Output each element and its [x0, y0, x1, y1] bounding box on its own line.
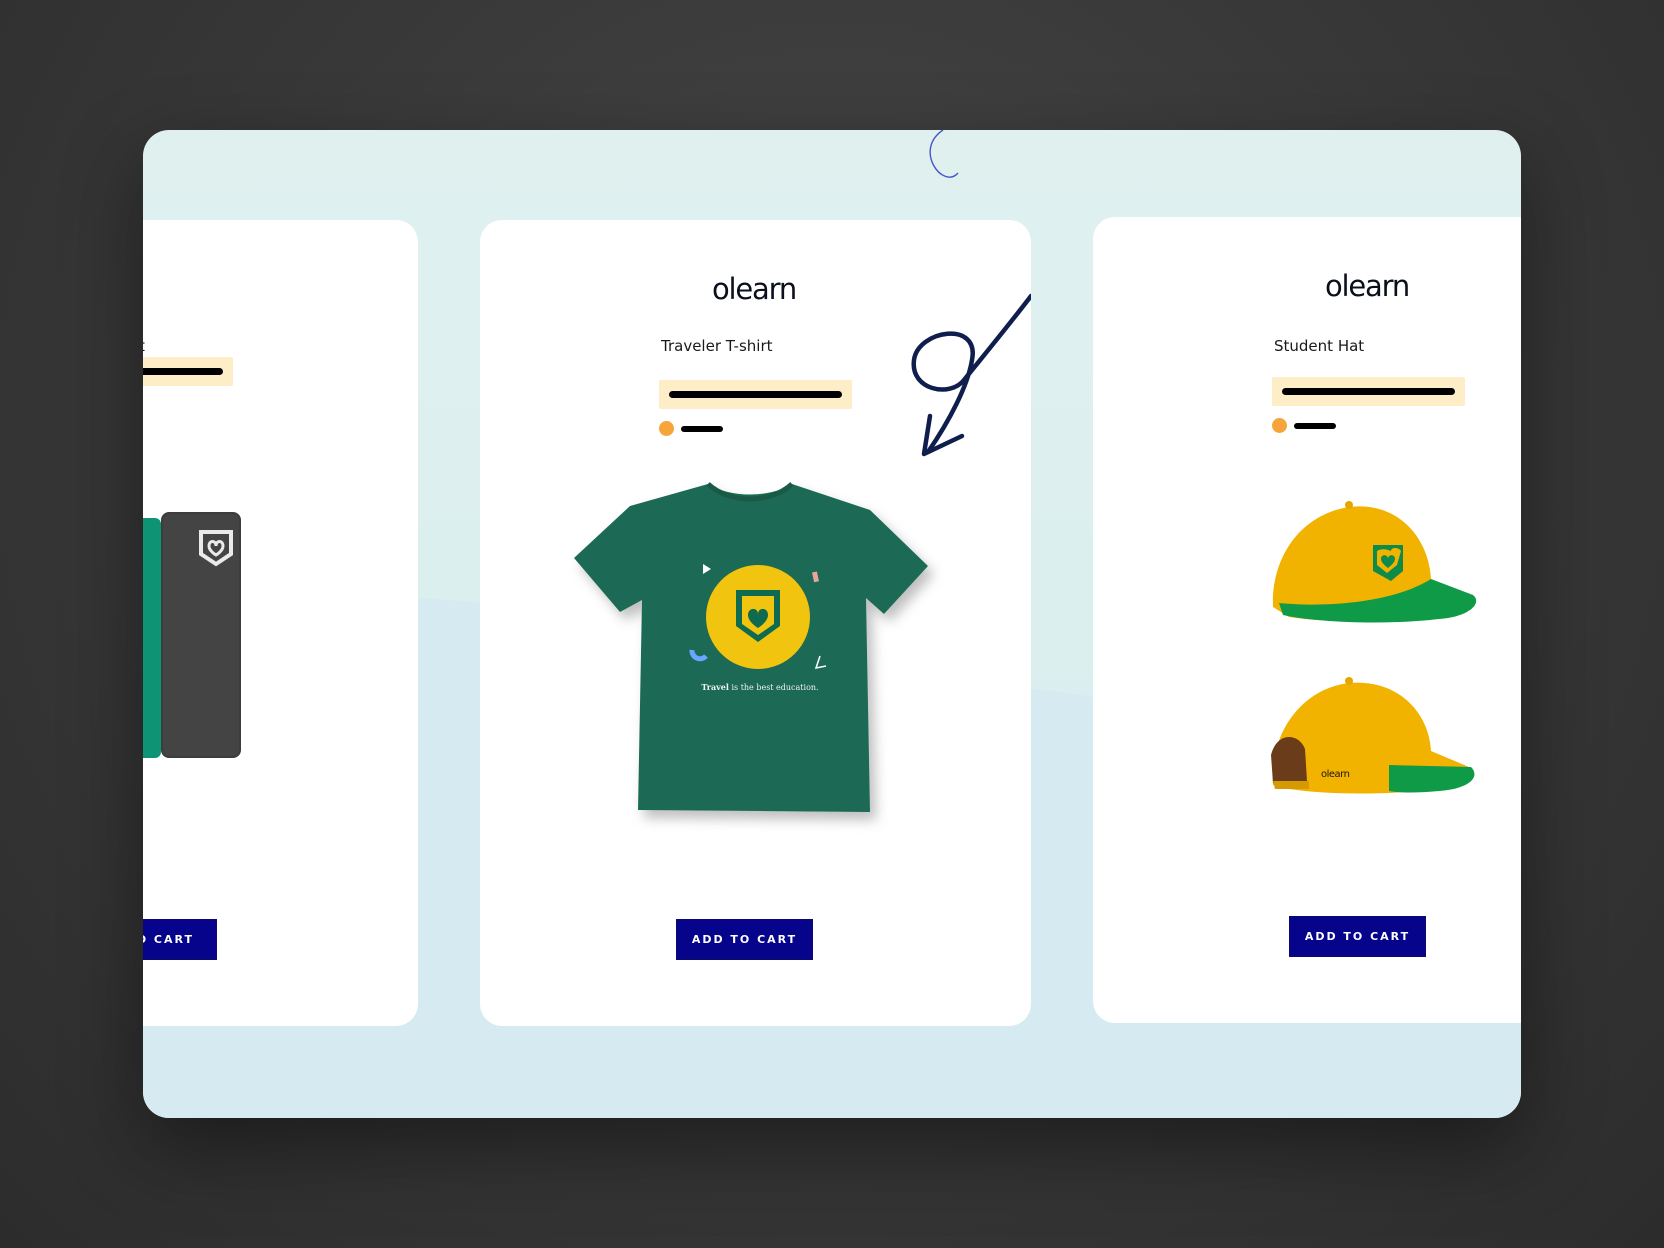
decorative-squiggle — [929, 130, 959, 178]
product-name: Traveler T-shirt — [661, 337, 773, 355]
brand-logo: olearn — [1325, 269, 1410, 303]
product-card-tshirt: olearn Traveler T-shirt Travel is the be… — [480, 220, 1031, 1026]
add-to-cart-button[interactable]: ADD TO CART — [677, 920, 812, 959]
price-placeholder — [1272, 377, 1465, 406]
color-swatch-label — [681, 426, 723, 432]
add-to-cart-button[interactable]: D CART — [143, 920, 216, 959]
brand-logo: olearn — [712, 272, 797, 306]
product-card-hat: olearn Student Hat olearn ADD TO CART — [1093, 217, 1521, 1023]
hat-back-image: olearn — [1271, 677, 1475, 794]
color-swatch-label — [1294, 423, 1336, 429]
product-showcase-frame: arn t D CART olearn Traveler T-shirt — [143, 130, 1521, 1118]
add-to-cart-button[interactable]: ADD TO CART — [1290, 917, 1425, 956]
product-card-wallet: arn t D CART — [143, 220, 418, 1026]
shirt-tagline: Travel is the best education. — [701, 682, 819, 692]
wallet-product-image — [143, 512, 241, 758]
hat-front-image — [1272, 501, 1477, 623]
price-placeholder — [143, 357, 233, 386]
hat-logo-text: olearn — [1321, 769, 1350, 780]
color-swatch[interactable] — [659, 421, 674, 436]
product-name: t — [143, 337, 145, 355]
product-name: Student Hat — [1274, 337, 1365, 355]
tshirt-product-image: Travel is the best education. — [570, 482, 950, 842]
color-swatch[interactable] — [1272, 418, 1287, 433]
hand-drawn-arrow-icon — [911, 293, 1031, 457]
price-placeholder — [659, 380, 852, 409]
